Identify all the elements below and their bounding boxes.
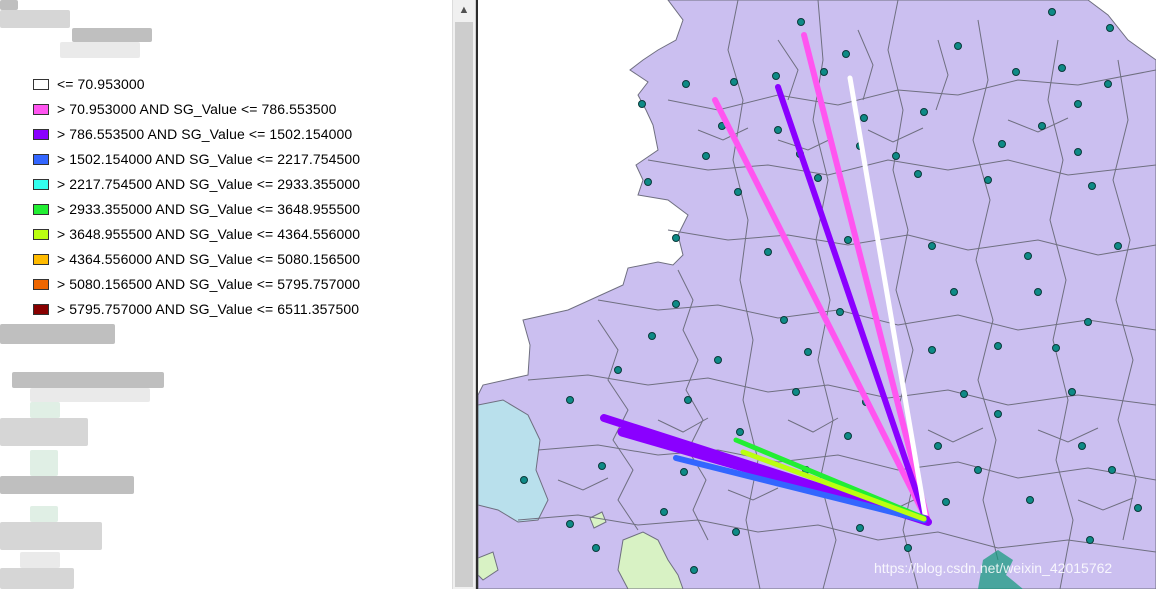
legend-item: > 3648.955500 AND SG_Value <= 4364.55600… — [33, 223, 360, 245]
blurred-layer-name — [0, 476, 134, 494]
map-view[interactable] — [478, 0, 1156, 589]
legend-swatch — [33, 278, 49, 290]
legend-item: > 786.553500 AND SG_Value <= 1502.154000 — [33, 123, 352, 145]
blurred-layer-name — [0, 0, 18, 10]
legend-swatch — [33, 228, 49, 240]
legend-swatch — [33, 78, 49, 90]
blurred-layer-name — [20, 552, 60, 568]
table-of-contents-panel: <= 70.953000 > 70.953000 AND SG_Value <=… — [0, 0, 452, 589]
watermark-text: https://blog.csdn.net/weixin_42015762 — [874, 560, 1113, 576]
legend-label: > 70.953000 AND SG_Value <= 786.553500 — [57, 101, 337, 117]
blurred-layer-name — [30, 506, 58, 522]
blurred-layer-name — [60, 42, 140, 58]
legend-item: > 70.953000 AND SG_Value <= 786.553500 — [33, 98, 337, 120]
toc-scrollbar[interactable]: ▲ — [452, 0, 476, 589]
legend-swatch — [33, 178, 49, 190]
legend-swatch — [33, 128, 49, 140]
legend-item: > 5795.757000 AND SG_Value <= 6511.35750… — [33, 298, 359, 320]
legend-item: <= 70.953000 — [33, 73, 145, 95]
legend-label: > 4364.556000 AND SG_Value <= 5080.15650… — [57, 251, 361, 267]
legend-label: <= 70.953000 — [57, 76, 145, 92]
legend-swatch — [33, 253, 49, 265]
legend-item: > 2217.754500 AND SG_Value <= 2933.35500… — [33, 173, 360, 195]
legend-label: > 5795.757000 AND SG_Value <= 6511.35750… — [57, 301, 360, 317]
blurred-layer-name — [0, 324, 115, 344]
legend-swatch — [33, 303, 49, 315]
blurred-layer-name — [0, 10, 70, 28]
legend-label: > 2933.355000 AND SG_Value <= 3648.95550… — [57, 201, 361, 217]
legend-label: > 5080.156500 AND SG_Value <= 5795.75700… — [57, 276, 361, 292]
blurred-layer-name — [72, 28, 152, 42]
legend-swatch — [33, 203, 49, 215]
legend-label: > 1502.154000 AND SG_Value <= 2217.75450… — [57, 151, 361, 167]
legend-item: > 4364.556000 AND SG_Value <= 5080.15650… — [33, 248, 360, 270]
blurred-layer-name — [30, 388, 150, 402]
legend-item: > 2933.355000 AND SG_Value <= 3648.95550… — [33, 198, 360, 220]
blurred-layer-name — [12, 372, 164, 388]
scroll-thumb[interactable] — [455, 22, 473, 587]
blurred-layer-name — [0, 522, 102, 550]
legend-label: > 786.553500 AND SG_Value <= 1502.154000 — [57, 126, 353, 142]
legend-label: > 2217.754500 AND SG_Value <= 2933.35500… — [57, 176, 361, 192]
blurred-layer-name — [30, 402, 60, 418]
legend-item: > 5080.156500 AND SG_Value <= 5795.75700… — [33, 273, 360, 295]
legend-swatch — [33, 153, 49, 165]
blurred-layer-name — [0, 568, 74, 589]
legend-swatch — [33, 103, 49, 115]
legend-item: > 1502.154000 AND SG_Value <= 2217.75450… — [33, 148, 360, 170]
blurred-layer-name — [0, 418, 88, 446]
scroll-up-arrow-icon[interactable]: ▲ — [453, 0, 475, 19]
blurred-layer-name — [30, 450, 58, 476]
legend-label: > 3648.955500 AND SG_Value <= 4364.55600… — [57, 226, 361, 242]
